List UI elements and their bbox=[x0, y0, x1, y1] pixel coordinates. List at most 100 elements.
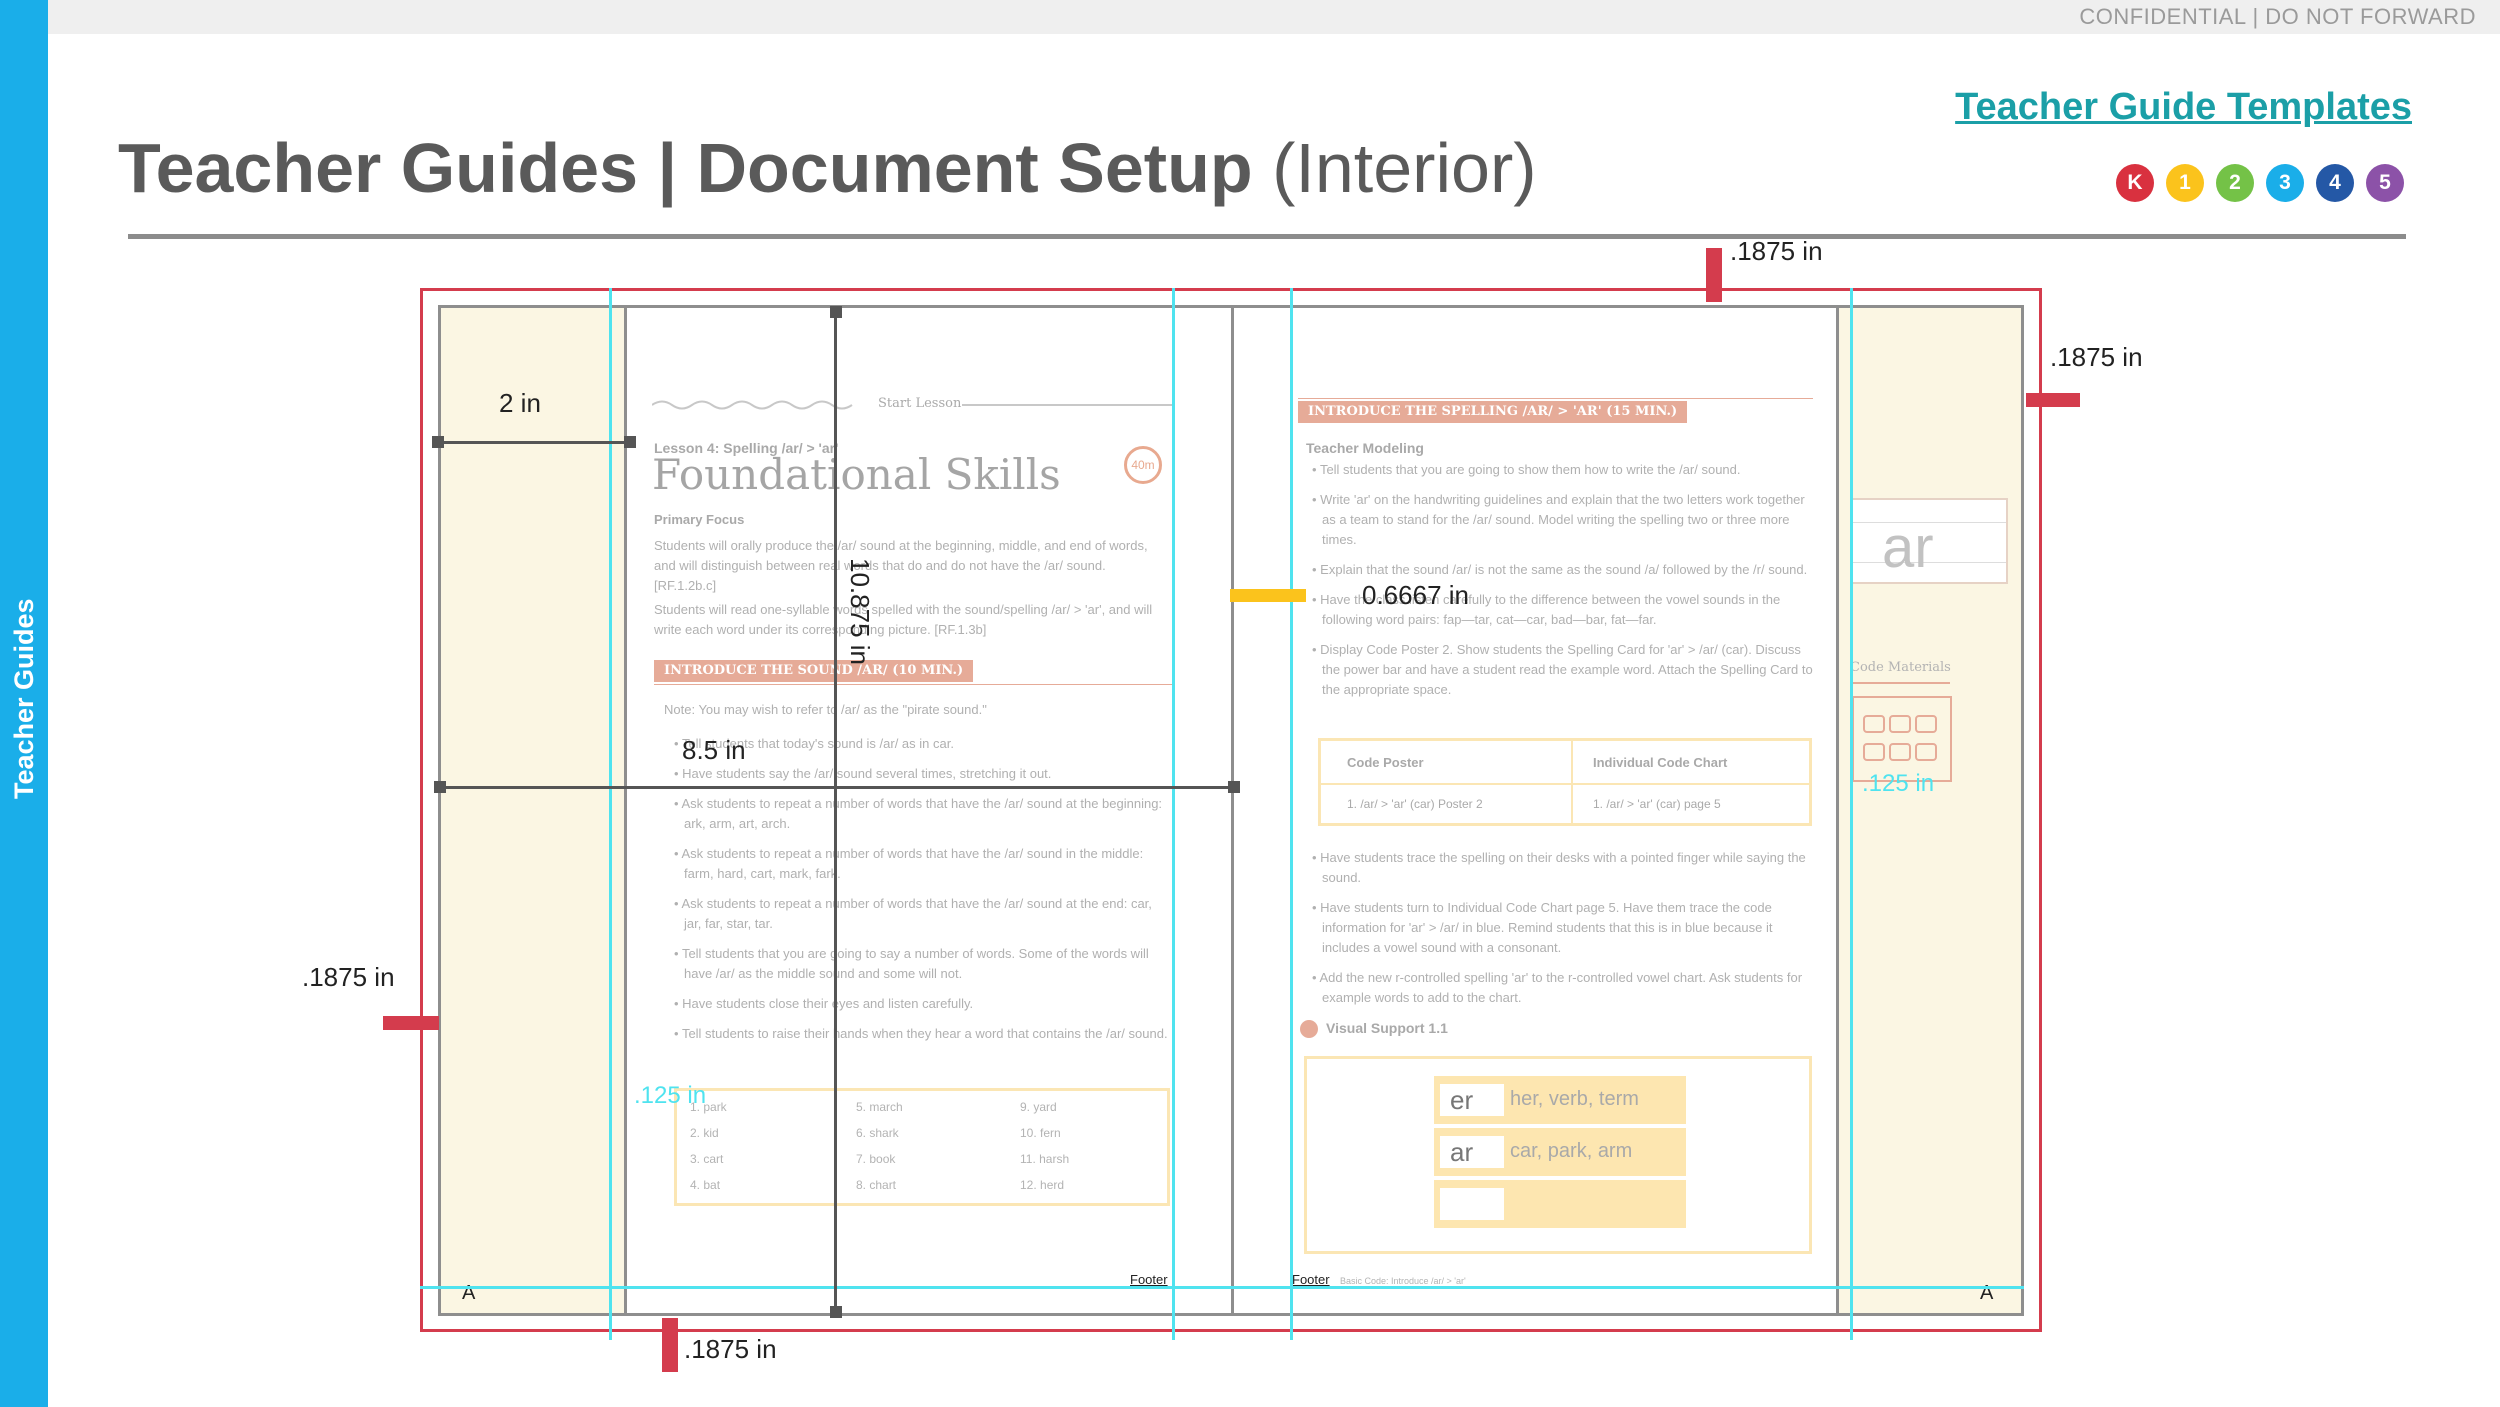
left-section-header: INTRODUCE THE SOUND /AR/ (10 MIN.) bbox=[654, 660, 974, 682]
bullet-text: Display Code Poster 2. Show students the… bbox=[1320, 642, 1813, 697]
bullet-item: • Have students trace the spelling on th… bbox=[1312, 848, 1818, 888]
bullet-text: Tell students that you are going to say … bbox=[681, 946, 1149, 981]
table-cell-poster: 1. /ar/ > 'ar' (car) Poster 2 bbox=[1347, 797, 1483, 811]
bullet-item: • Have students close their eyes and lis… bbox=[674, 994, 1170, 1014]
bullet-text: Ask students to repeat a number of words… bbox=[681, 896, 1152, 931]
left-section-rule bbox=[654, 684, 1172, 685]
word-list-item: 11. harsh bbox=[1020, 1152, 1070, 1166]
gutter-marker bbox=[1230, 589, 1306, 602]
bullet-item: • Write 'ar' on the handwriting guidelin… bbox=[1312, 490, 1818, 550]
bullet-text: Add the new r-controlled spelling 'ar' t… bbox=[1319, 970, 1803, 1005]
word-list-item: 9. yard bbox=[1020, 1100, 1057, 1114]
grade-badge-3[interactable]: 3 bbox=[2266, 164, 2304, 202]
grade-badge-4[interactable]: 4 bbox=[2316, 164, 2354, 202]
bullet-text: Have students say the /ar/ sound several… bbox=[682, 766, 1052, 781]
top-bleed-marker bbox=[1706, 248, 1722, 302]
dim-endpoint bbox=[1228, 781, 1240, 793]
word-list-box bbox=[674, 1088, 1170, 1206]
cards-icon bbox=[1863, 715, 1937, 761]
code-materials-rule bbox=[1850, 682, 1950, 684]
bottom-bleed-label: .1875 in bbox=[684, 1334, 777, 1364]
focus-text-1: Students will orally produce the /ar/ so… bbox=[654, 538, 1148, 593]
table-col-divider bbox=[1571, 741, 1573, 823]
timer-label: 40m bbox=[1131, 458, 1155, 472]
table-divider bbox=[1321, 783, 1809, 785]
page-width-line bbox=[440, 786, 1234, 789]
visual-support-icon bbox=[1300, 1020, 1318, 1038]
gutter-label: 0.6667 in bbox=[1362, 580, 1469, 610]
bullet-icon: • bbox=[1312, 900, 1321, 915]
right-sidebar-edge bbox=[1836, 305, 1839, 1316]
bullet-text: Explain that the sound /ar/ is not the s… bbox=[1320, 562, 1808, 577]
sidebar-width-label: 2 in bbox=[499, 388, 541, 418]
vowel-chart-row: er her, verb, term bbox=[1434, 1076, 1686, 1124]
word-list-item: 6. shark bbox=[856, 1126, 899, 1140]
right-page-margin-guide bbox=[1290, 288, 1293, 1340]
bullet-text: Ask students to repeat a number of words… bbox=[681, 796, 1163, 831]
left-footer: Footer bbox=[1130, 1272, 1168, 1287]
grade-badge-2[interactable]: 2 bbox=[2216, 164, 2254, 202]
code-materials-label: Code Materials bbox=[1850, 660, 1951, 675]
bullet-text: Have students close their eyes and liste… bbox=[682, 996, 974, 1011]
chart-spelling bbox=[1440, 1188, 1504, 1220]
bullet-icon: • bbox=[674, 996, 683, 1011]
note-text: Note: You may wish to refer to /ar/ as t… bbox=[664, 702, 987, 717]
bullet-item: • Tell students to raise their hands whe… bbox=[674, 1024, 1170, 1044]
bullet-text: Write 'ar' on the handwriting guidelines… bbox=[1320, 492, 1805, 547]
left-bleed-label: .1875 in bbox=[302, 962, 395, 992]
bullet-icon: • bbox=[1312, 850, 1321, 865]
bullet-item: • Ask students to repeat a number of wor… bbox=[674, 894, 1170, 934]
grade-badge-k[interactable]: K bbox=[2116, 164, 2154, 202]
confidential-notice: CONFIDENTIAL | DO NOT FORWARD bbox=[2079, 4, 2476, 29]
left-bleed-marker bbox=[383, 1016, 439, 1030]
bullet-icon: • bbox=[1312, 592, 1321, 607]
vowel-chart-row: ar car, park, arm bbox=[1434, 1128, 1686, 1176]
left-margin-label: .125 in bbox=[634, 1082, 707, 1109]
bullet-icon: • bbox=[1312, 462, 1320, 477]
title-light: (Interior) bbox=[1272, 129, 1537, 207]
word-list-item: 8. chart bbox=[856, 1178, 897, 1192]
footer-guide bbox=[420, 1286, 2024, 1289]
right-bullets-2: • Have students trace the spelling on th… bbox=[1312, 848, 1818, 1018]
vowel-chart-row bbox=[1434, 1180, 1686, 1228]
right-bleed-label: .1875 in bbox=[2050, 342, 2143, 372]
bullet-icon: • bbox=[674, 766, 683, 781]
table-cell-chart: 1. /ar/ > 'ar' (car) page 5 bbox=[1593, 797, 1721, 811]
page-height-label: 10.875 in bbox=[844, 558, 875, 665]
dim-endpoint bbox=[434, 781, 446, 793]
right-section-header: INTRODUCE THE SPELLING /AR/ > 'AR' (15 M… bbox=[1298, 401, 1688, 423]
word-list-item: 3. cart bbox=[690, 1152, 724, 1166]
timer-icon: 40m bbox=[1124, 446, 1162, 484]
page-title: Teacher Guides | Document Setup (Interio… bbox=[118, 128, 1537, 208]
grade-badge-1[interactable]: 1 bbox=[2166, 164, 2204, 202]
handwriting-ar: ar bbox=[1882, 515, 1934, 580]
left-bullets: • Tell students that today's sound is /a… bbox=[674, 734, 1170, 1054]
teacher-modeling-heading: Teacher Modeling bbox=[1306, 440, 1424, 456]
left-page-margin-guide bbox=[1172, 288, 1175, 1340]
right-footer: Footer bbox=[1292, 1272, 1330, 1287]
word-list-item: 5. march bbox=[856, 1100, 903, 1114]
bullet-icon: • bbox=[674, 1026, 682, 1041]
bullet-text: Have students turn to Individual Code Ch… bbox=[1320, 900, 1773, 955]
table-head-code-chart: Individual Code Chart bbox=[1593, 755, 1728, 770]
dim-endpoint bbox=[432, 436, 444, 448]
grade-badge-5[interactable]: 5 bbox=[2366, 164, 2404, 202]
spine-line bbox=[1231, 305, 1234, 1316]
bullet-item: • Have students say the /ar/ sound sever… bbox=[674, 764, 1170, 784]
word-list-item: 12. herd bbox=[1020, 1178, 1065, 1192]
code-table: Code Poster Individual Code Chart 1. /ar… bbox=[1318, 738, 1812, 826]
right-bleed-marker bbox=[2026, 393, 2080, 407]
bullet-item: • Display Code Poster 2. Show students t… bbox=[1312, 640, 1818, 700]
word-list-item: 4. bat bbox=[690, 1178, 721, 1192]
table-head-code-poster: Code Poster bbox=[1347, 755, 1424, 770]
start-lesson-label: Start Lesson bbox=[878, 396, 962, 411]
teacher-guide-templates-link[interactable]: Teacher Guide Templates bbox=[1955, 86, 2412, 129]
bullet-text: Ask students to repeat a number of words… bbox=[681, 846, 1144, 881]
bullet-item: • Tell students that you are going to sa… bbox=[674, 944, 1170, 984]
page-width-label: 8.5 in bbox=[682, 735, 746, 765]
bullet-icon: • bbox=[674, 736, 682, 751]
bullet-text: Tell students to raise their hands when … bbox=[681, 1026, 1168, 1041]
title-bold: Teacher Guides | Document Setup bbox=[118, 129, 1253, 207]
lesson-title: Foundational Skills bbox=[652, 450, 1061, 499]
bullet-item: • Tell students that you are going to sh… bbox=[1312, 460, 1818, 480]
